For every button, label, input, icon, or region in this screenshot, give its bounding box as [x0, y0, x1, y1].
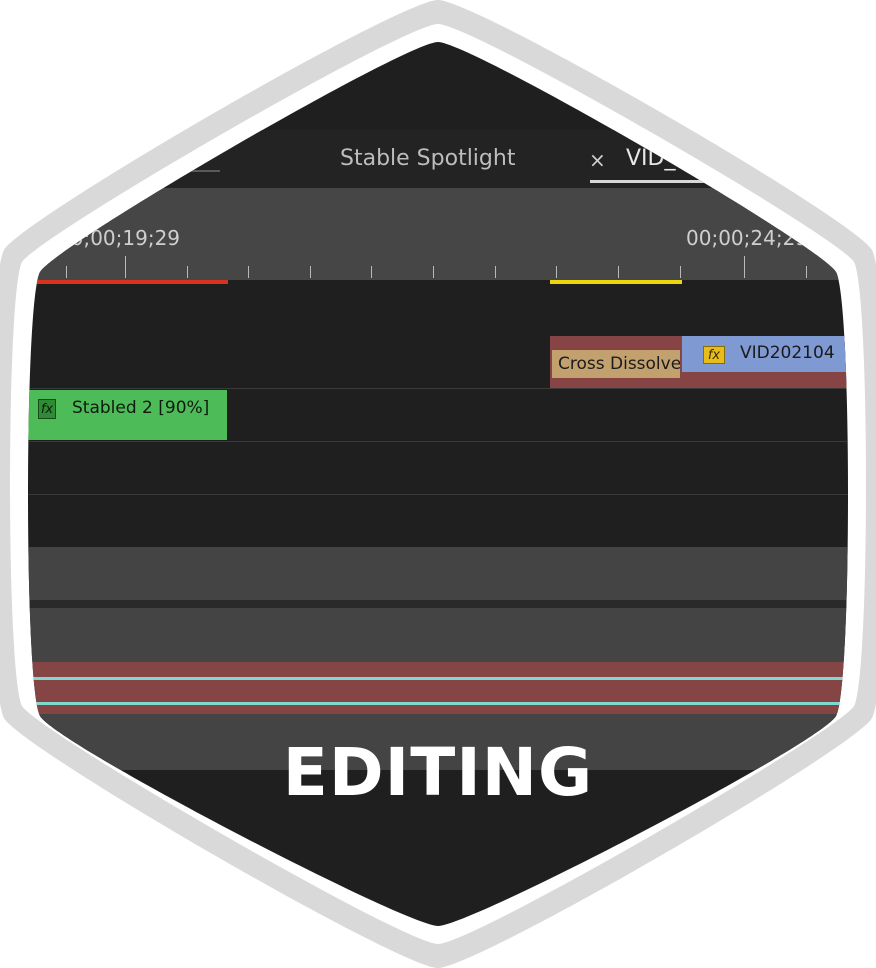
fx-badge-icon: fx	[703, 346, 725, 364]
ruler-tick	[66, 266, 67, 278]
tab-stable-spotlight[interactable]: Stable Spotlight	[340, 146, 515, 171]
ruler-tick	[680, 266, 681, 278]
ruler-tick	[556, 266, 557, 278]
ruler-tick	[618, 266, 619, 278]
audio-waveform-line	[0, 702, 876, 705]
video-clip-label: VID202104	[740, 343, 835, 363]
ruler-tick	[310, 266, 311, 278]
ruler-tick	[744, 256, 745, 278]
fx-badge-icon: fx	[38, 399, 56, 419]
audio-clip[interactable]	[0, 662, 876, 714]
cross-dissolve-transition[interactable]: Cross Dissolve	[552, 350, 680, 378]
ruler-tick	[371, 266, 372, 278]
ruler-tick	[248, 266, 249, 278]
ruler-tick	[433, 266, 434, 278]
track-divider	[0, 388, 876, 389]
ruler-tick	[125, 256, 126, 278]
audio-waveform-line	[0, 677, 876, 680]
ruler-tick	[806, 266, 807, 278]
work-area-bar-yellow[interactable]	[550, 280, 682, 284]
track-divider	[0, 494, 876, 495]
audio-track[interactable]	[0, 547, 876, 600]
green-clip-label: Stabled 2 [90%]	[72, 398, 210, 418]
track-divider	[0, 600, 876, 608]
ruler-tick	[495, 266, 496, 278]
ruler-tick	[187, 266, 188, 278]
audio-track[interactable]	[0, 608, 876, 662]
tab-close-icon[interactable]: ×	[589, 148, 606, 172]
badge-title: EDITING	[282, 734, 594, 811]
track-divider	[0, 441, 876, 442]
